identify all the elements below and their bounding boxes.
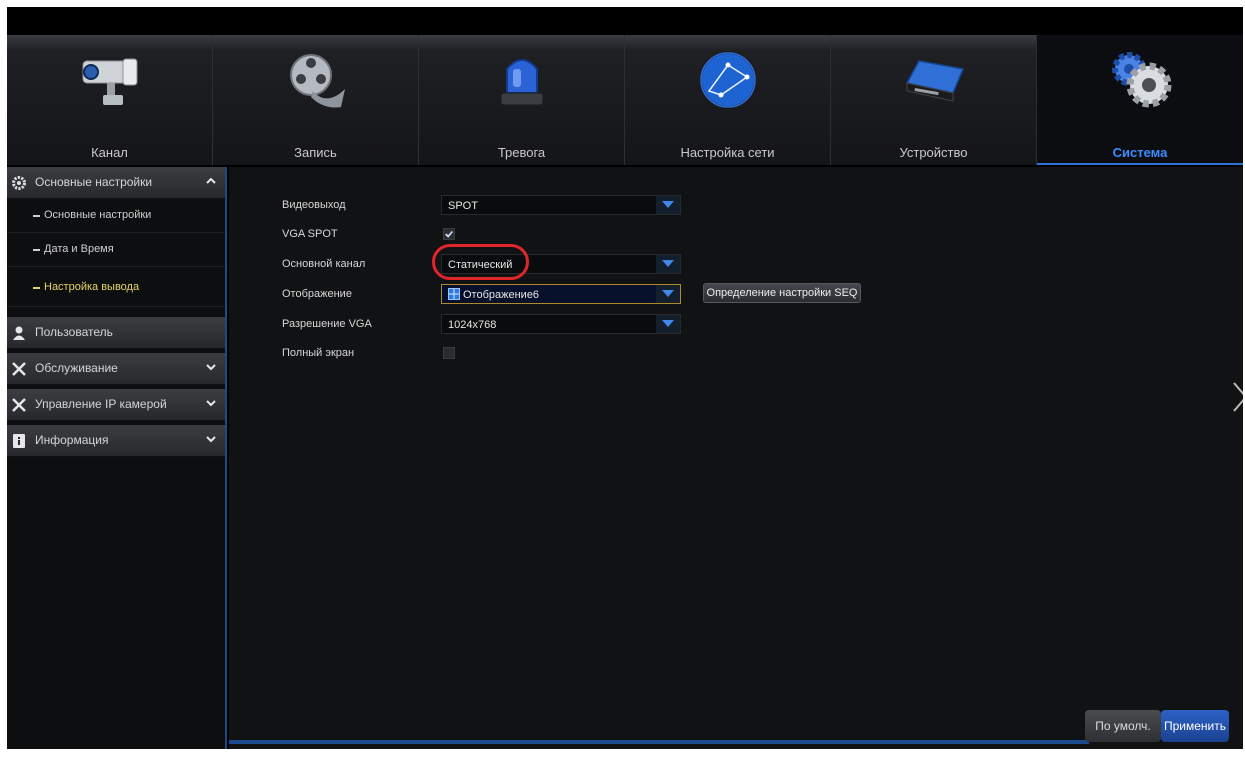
sidebar-item-maintenance[interactable]: Обслуживание [7,353,227,385]
default-button[interactable]: По умолч. [1085,710,1161,742]
tab-label: Настройка сети [680,145,775,160]
chevron-up-icon[interactable] [205,175,217,187]
sidebar-subitem-label: Основные настройки [44,209,152,221]
top-nav: Канал Запись Тревога Настройка сети Устр… [7,35,1243,165]
sidebar-item-label: Информация [35,433,109,447]
fullscreen-checkbox[interactable] [443,347,455,359]
gear-icon [12,176,26,190]
sidebar-subitem-output-settings[interactable]: Настройка вывода [7,267,227,307]
dash-bullet [33,249,40,251]
tab-device[interactable]: Устройство [831,35,1037,165]
main-channel-label: Основной канал [282,258,366,270]
layout-grid-icon [448,288,460,300]
tab-channel[interactable]: Канал [7,35,213,165]
chevron-down-icon[interactable] [205,397,217,409]
checkmark-icon [445,230,453,238]
tools-icon [12,362,26,376]
tab-record[interactable]: Запись [213,35,419,165]
film-reel-icon [290,54,345,108]
gears-icon [1112,52,1172,108]
display-label: Отображение [282,288,352,300]
info-book-icon [13,434,25,448]
sidebar-item-label: Основные настройки [35,175,153,189]
video-out-label: Видеовыход [282,199,346,211]
apply-button[interactable]: Применить [1161,710,1229,742]
tab-label: Канал [91,145,128,160]
select-value: Отображение6 [463,289,540,301]
tab-network[interactable]: Настройка сети [625,35,831,165]
tab-label: Запись [294,145,337,160]
highlight-circle [432,244,529,280]
tab-label: Система [1112,145,1168,160]
tab-label: Тревога [497,145,546,160]
sidebar: Основные настройки Основные настройки Да… [7,167,227,749]
tab-alarm[interactable]: Тревога [419,35,625,165]
dvr-window: Канал Запись Тревога Настройка сети Устр… [7,7,1243,749]
chevron-down-icon[interactable] [656,315,680,333]
tab-system[interactable]: Система [1037,35,1243,165]
output-settings-panel: Видеовыход SPOT VGA SPOT Основной канал … [229,167,1243,749]
tools-icon [12,398,26,412]
chevron-down-icon[interactable] [205,433,217,445]
chevron-down-icon[interactable] [656,285,680,303]
bottom-rail [229,740,1089,744]
display-select[interactable]: Отображение6 [441,284,681,304]
chevron-right-icon[interactable] [1231,379,1243,415]
sidebar-subitem-basic-settings[interactable]: Основные настройки [7,199,227,233]
globe-icon [700,52,756,108]
dash-bullet [33,287,40,289]
select-value: SPOT [448,200,478,212]
sidebar-item-user[interactable]: Пользователь [7,317,227,349]
video-out-select[interactable]: SPOT [441,195,681,215]
sidebar-subitem-date-time[interactable]: Дата и Время [7,233,227,267]
sidebar-item-information[interactable]: Информация [7,425,227,457]
camera-icon [82,58,138,105]
select-value: 1024x768 [448,319,497,331]
sidebar-item-label: Управление IP камерой [35,397,167,411]
sidebar-item-ip-camera[interactable]: Управление IP камерой [7,389,227,421]
seq-settings-button[interactable]: Определение настройки SEQ [703,283,861,303]
vga-resolution-select[interactable]: 1024x768 [441,314,681,334]
sidebar-rail [225,167,227,749]
sidebar-item-label: Обслуживание [35,361,118,375]
sidebar-item-basic-settings[interactable]: Основные настройки [7,167,227,199]
alarm-light-icon [500,59,544,106]
vga-spot-checkbox[interactable] [443,228,455,240]
sidebar-subitem-label: Дата и Время [44,243,114,255]
hard-drive-icon [905,60,965,102]
vga-spot-label: VGA SPOT [282,228,338,240]
dash-bullet [33,215,40,217]
tab-label: Устройство [899,145,968,160]
sidebar-item-label: Пользователь [35,325,113,339]
chevron-down-icon[interactable] [656,255,680,273]
fullscreen-label: Полный экран [282,347,355,359]
chevron-down-icon[interactable] [205,361,217,373]
vga-resolution-label: Разрешение VGA [282,318,372,330]
user-icon [13,326,25,340]
chevron-down-icon[interactable] [656,196,680,214]
sidebar-subitem-label: Настройка вывода [44,281,140,293]
